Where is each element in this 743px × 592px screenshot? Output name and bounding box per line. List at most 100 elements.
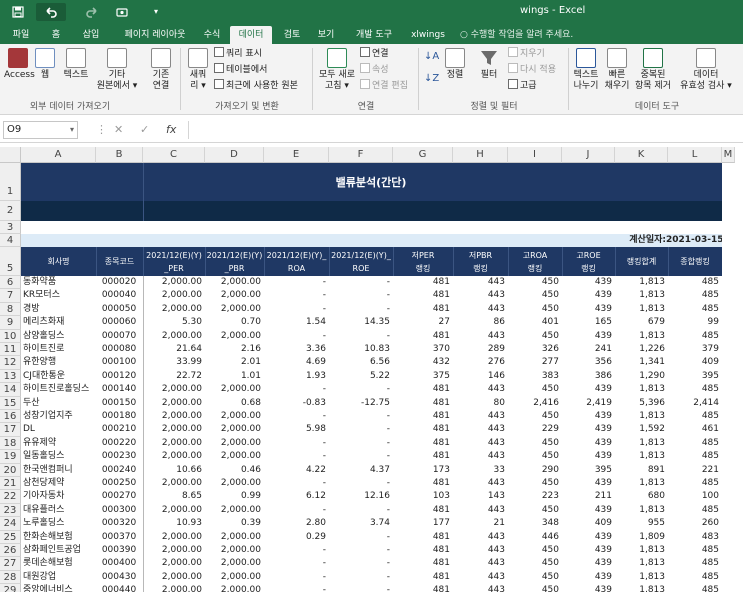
cell-h15[interactable]: 80 [455,397,505,410]
cell-c16[interactable]: 2,000.00 [145,410,202,423]
select-all-corner[interactable] [0,147,21,163]
cell-d29[interactable]: 2,000.00 [207,584,261,592]
cell-a24[interactable]: 노루홀딩스 [23,517,93,530]
cell-c7[interactable]: 2,000.00 [145,289,202,302]
cell-a16[interactable]: 성창기업지주 [23,410,93,423]
cell-e7[interactable]: - [266,289,326,302]
cell-l17[interactable]: 461 [670,423,719,436]
cell-j23[interactable]: 439 [564,504,612,517]
cell-f7[interactable]: - [331,289,390,302]
cell-l15[interactable]: 2,414 [670,397,719,410]
tab-xlwings[interactable]: xlwings [406,26,450,44]
cell-d14[interactable]: 2,000.00 [207,383,261,396]
cell-i27[interactable]: 450 [510,557,559,570]
cell-j18[interactable]: 439 [564,437,612,450]
cell-h11[interactable]: 289 [455,343,505,356]
cell-k14[interactable]: 1,813 [617,383,665,396]
column-header-i[interactable]: I [508,147,562,163]
cell-k13[interactable]: 1,290 [617,370,665,383]
column-header-h[interactable]: H [453,147,508,163]
cell-g6[interactable]: 481 [395,276,450,289]
row-header-12[interactable]: 12 [0,356,21,370]
cell-e25[interactable]: 0.29 [266,531,326,544]
cell-h29[interactable]: 443 [455,584,505,592]
cell-a8[interactable]: 경방 [23,303,93,316]
cell-l7[interactable]: 485 [670,289,719,302]
row-header-24[interactable]: 24 [0,517,21,531]
cell-l28[interactable]: 485 [670,571,719,584]
show-queries-button[interactable]: 쿼리 표시 [214,47,262,61]
cell-i9[interactable]: 401 [510,316,559,329]
cell-c9[interactable]: 5.30 [145,316,202,329]
cell-b20[interactable]: 000240 [98,464,140,477]
cell-d23[interactable]: 2,000.00 [207,504,261,517]
cell-d25[interactable]: 2,000.00 [207,531,261,544]
cell-h28[interactable]: 443 [455,571,505,584]
access-button[interactable]: Access [4,48,35,81]
cell-e21[interactable]: - [266,477,326,490]
cell-f16[interactable]: - [331,410,390,423]
column-header-m[interactable]: M [722,147,735,163]
cell-j29[interactable]: 439 [564,584,612,592]
row-header-7[interactable]: 7 [0,289,21,303]
cell-h10[interactable]: 443 [455,330,505,343]
cell-a27[interactable]: 롯데손해보험 [23,557,93,570]
cell-h26[interactable]: 443 [455,544,505,557]
cell-a29[interactable]: 중앙에너비스 [23,584,93,592]
row-header-19[interactable]: 19 [0,450,21,464]
cell-k17[interactable]: 1,592 [617,423,665,436]
cell-b12[interactable]: 000100 [98,356,140,369]
row-header-23[interactable]: 23 [0,503,21,518]
row-header-29[interactable]: 29 [0,584,21,592]
cell-l12[interactable]: 409 [670,356,719,369]
touch-mode-icon[interactable] [112,3,132,21]
enter-icon[interactable]: ✓ [140,121,149,139]
cell-k26[interactable]: 1,813 [617,544,665,557]
cell-a17[interactable]: DL [23,423,93,436]
cell-f27[interactable]: - [331,557,390,570]
cell-i11[interactable]: 326 [510,343,559,356]
cell-c17[interactable]: 2,000.00 [145,423,202,436]
cell-d9[interactable]: 0.70 [207,316,261,329]
cell-h24[interactable]: 21 [455,517,505,530]
cell-k24[interactable]: 955 [617,517,665,530]
cell-f25[interactable]: - [331,531,390,544]
cell-j12[interactable]: 356 [564,356,612,369]
cell-g28[interactable]: 481 [395,571,450,584]
cell-e11[interactable]: 3.36 [266,343,326,356]
tab-file[interactable]: 파일 [4,26,38,44]
cell-h8[interactable]: 443 [455,303,505,316]
cell-k15[interactable]: 5,396 [617,397,665,410]
row-header-3[interactable]: 3 [0,221,21,234]
cell-g18[interactable]: 481 [395,437,450,450]
remove-duplicates-button[interactable]: 중복된 항목 제거 [632,48,674,92]
column-header-l[interactable]: L [668,147,722,163]
cell-h6[interactable]: 443 [455,276,505,289]
cell-b13[interactable]: 000120 [98,370,140,383]
cell-d11[interactable]: 2.16 [207,343,261,356]
recent-sources-button[interactable]: 최근에 사용한 원본 [214,79,298,93]
cell-f18[interactable]: - [331,437,390,450]
cell-f22[interactable]: 12.16 [331,490,390,503]
cell-a15[interactable]: 두산 [23,397,93,410]
cell-c22[interactable]: 8.65 [145,490,202,503]
tell-me-box[interactable]: ○ 수행할 작업을 알려 주세요. [460,26,573,44]
cell-e6[interactable]: - [266,276,326,289]
cell-e27[interactable]: - [266,557,326,570]
existing-connections-button[interactable]: 기존 연결 [146,48,176,92]
cell-j22[interactable]: 211 [564,490,612,503]
cell-a23[interactable]: 대유플러스 [23,504,93,517]
column-header-f[interactable]: F [329,147,393,163]
column-header-g[interactable]: G [393,147,453,163]
from-table-button[interactable]: 테이블에서 [214,63,267,77]
cell-h16[interactable]: 443 [455,410,505,423]
cell-j6[interactable]: 439 [564,276,612,289]
cell-d18[interactable]: 2,000.00 [207,437,261,450]
cell-j26[interactable]: 439 [564,544,612,557]
cell-c8[interactable]: 2,000.00 [145,303,202,316]
properties-button[interactable]: 속성 [360,63,389,77]
cell-g26[interactable]: 481 [395,544,450,557]
cell-g17[interactable]: 481 [395,423,450,436]
row-header-27[interactable]: 27 [0,557,21,571]
customize-qa-icon[interactable]: ▾ [146,3,166,21]
